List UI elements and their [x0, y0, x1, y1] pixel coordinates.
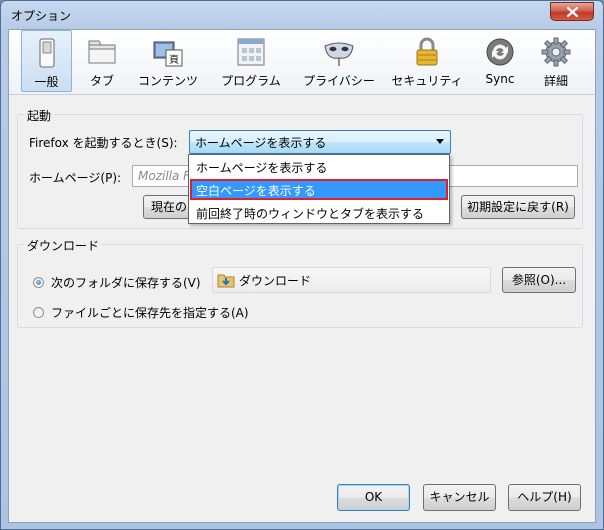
tab-tabs[interactable]: タブ: [76, 30, 128, 92]
tab-privacy-label: プライバシー: [303, 74, 375, 88]
options-content: 一般 タブ 頁 コンテンツ プログラム プライバシー セキュリティ Sync 詳…: [8, 29, 596, 523]
browse-button[interactable]: 参照(O)...: [502, 267, 576, 293]
options-window: オプション 一般 タブ 頁 コンテンツ プログラム プライバシー セキュリティ …: [0, 0, 604, 530]
download-folder-icon: [217, 274, 235, 288]
svg-text:頁: 頁: [169, 54, 179, 66]
tab-general-label: 一般: [34, 75, 59, 89]
tab-security[interactable]: セキュリティ: [385, 30, 469, 92]
save-to-folder-radio[interactable]: [33, 277, 44, 288]
tab-sync-label: Sync: [485, 72, 515, 86]
sync-icon: [486, 38, 514, 66]
tab-tabs-label: タブ: [89, 74, 114, 88]
tab-advanced[interactable]: 詳細: [533, 30, 579, 92]
ask-location-radio[interactable]: [33, 307, 44, 318]
switch-icon: [39, 38, 54, 68]
startup-behavior-value: ホームページを表示する: [195, 136, 327, 150]
startup-behavior-dropdown: ホームページを表示する 空白ページを表示する 前回終了時のウィンドウとタブを表示…: [188, 154, 450, 224]
category-toolbar: 一般 タブ 頁 コンテンツ プログラム プライバシー セキュリティ Sync 詳…: [9, 30, 595, 95]
tab-advanced-label: 詳細: [543, 74, 568, 88]
help-button[interactable]: ヘルプ(H): [508, 484, 581, 511]
window-title: オプション: [11, 9, 72, 23]
download-folder-field: ダウンロード: [212, 267, 491, 293]
close-button[interactable]: [550, 2, 594, 21]
ok-button[interactable]: OK: [337, 484, 410, 511]
tabs-icon: [88, 40, 116, 64]
homepage-placeholder: Mozilla F: [138, 169, 191, 183]
startup-group-title: 起動: [24, 107, 55, 124]
tab-security-label: セキュリティ: [391, 74, 463, 88]
applications-icon: [237, 38, 265, 66]
ask-location-label: ファイルごとに保存先を指定する(A): [51, 306, 249, 320]
dropdown-option-blank-page[interactable]: 空白ページを表示する: [190, 179, 448, 200]
content-icon: 頁: [153, 41, 183, 67]
tab-content-label: コンテンツ: [137, 74, 198, 88]
dropdown-option-restore-session[interactable]: 前回終了時のウィンドウとタブを表示する: [190, 202, 448, 223]
save-to-folder-label: 次のフォルダに保存する(V): [51, 276, 201, 290]
close-icon: [567, 7, 578, 17]
tab-sync[interactable]: Sync: [477, 30, 523, 92]
cancel-button[interactable]: キャンセル: [423, 484, 496, 511]
padlock-icon: [416, 37, 438, 66]
startup-when-label: Firefox を起動するとき(S):: [29, 136, 178, 150]
tab-applications[interactable]: プログラム: [212, 30, 290, 92]
tab-privacy[interactable]: プライバシー: [296, 30, 382, 92]
homepage-label: ホームページ(P):: [29, 171, 122, 185]
startup-behavior-select[interactable]: ホームページを表示する: [189, 130, 451, 154]
downloads-group-title: ダウンロード: [24, 237, 103, 254]
title-bar: オプション: [1, 1, 603, 29]
restore-default-button[interactable]: 初期設定に戻す(R): [461, 195, 575, 219]
tab-general[interactable]: 一般: [21, 30, 72, 92]
tab-applications-label: プログラム: [221, 74, 281, 88]
download-folder-name: ダウンロード: [239, 274, 312, 288]
tab-content[interactable]: 頁 コンテンツ: [134, 30, 202, 92]
chevron-down-icon: [436, 139, 444, 144]
privacy-mask-icon: [324, 42, 354, 66]
gear-icon: [541, 37, 571, 67]
dropdown-option-homepage[interactable]: ホームページを表示する: [190, 156, 448, 177]
